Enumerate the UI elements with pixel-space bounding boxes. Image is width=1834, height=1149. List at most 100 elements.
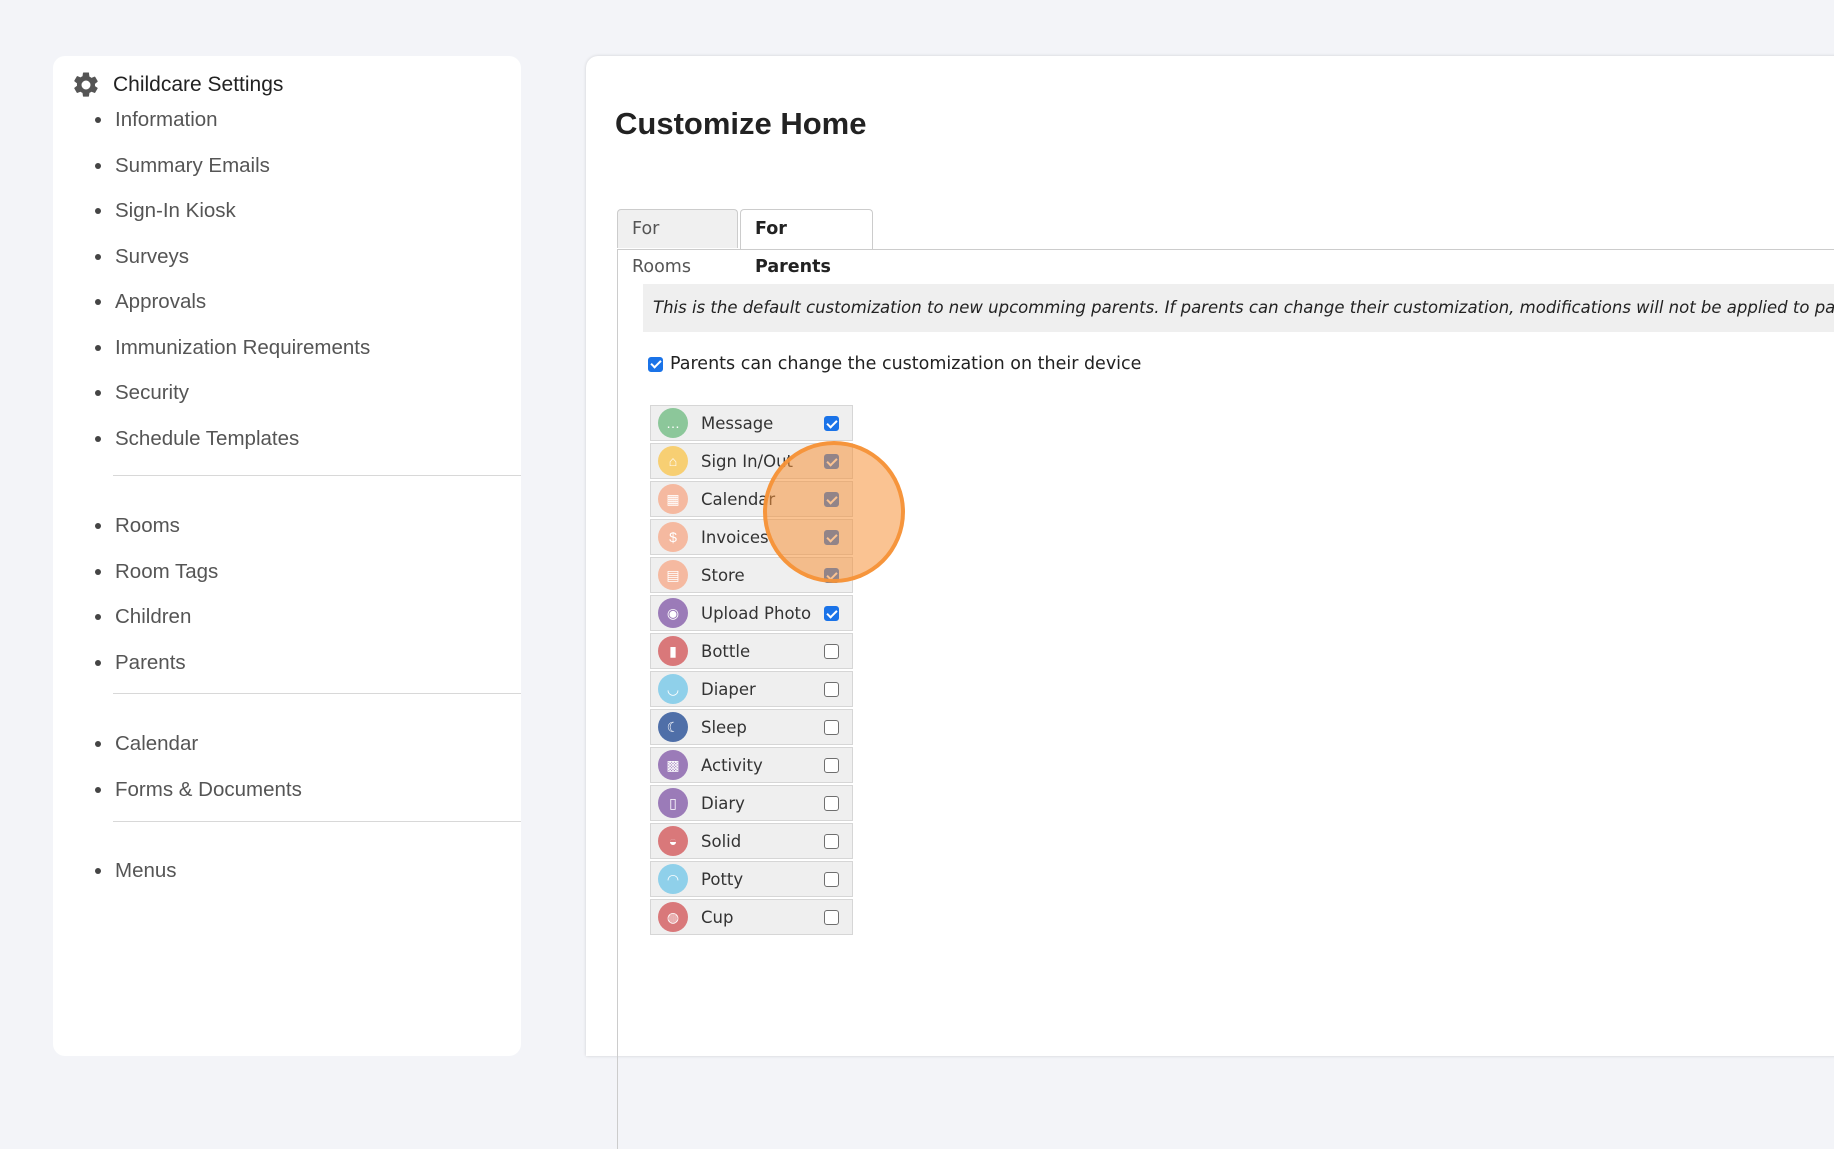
diaper-icon: ◡ <box>658 674 688 704</box>
bullet-icon <box>95 868 101 874</box>
tab-divider <box>617 249 1834 250</box>
feature-row-diaper[interactable]: ◡ Diaper <box>650 671 853 707</box>
sidebar-item-approvals[interactable]: Approvals <box>53 287 206 317</box>
sidebar-item-label: Surveys <box>115 244 190 268</box>
sidebar-item-label: Rooms <box>115 514 180 537</box>
cup-icon: ◍ <box>658 902 688 932</box>
sidebar-item-immunization-requirements[interactable]: Immunization Requirements <box>53 333 370 363</box>
feature-row-message[interactable]: … Message <box>650 405 853 441</box>
feature-row-activity[interactable]: ▩ Activity <box>650 747 853 783</box>
sidebar-item-rooms[interactable]: Rooms <box>53 511 180 541</box>
sidebar-item-label: Immunization Requirements <box>115 335 371 359</box>
sidebar-item-label: Security <box>115 381 190 404</box>
sidebar-item-menus[interactable]: Menus <box>53 856 177 886</box>
sidebar-item-label: Forms & Documents <box>115 778 302 801</box>
feature-checkbox-solid[interactable] <box>824 834 839 849</box>
feature-label: Upload Photo <box>701 603 812 623</box>
sidebar-item-forms-documents[interactable]: Forms & Documents <box>53 775 302 805</box>
feature-checkbox-sleep[interactable] <box>824 720 839 735</box>
bullet-icon <box>95 253 101 260</box>
feature-checkbox-upload-photo[interactable] <box>824 606 839 621</box>
feature-row-diary[interactable]: ▯ Diary <box>650 785 853 821</box>
bullet-icon <box>95 568 101 575</box>
message-icon: … <box>658 408 688 438</box>
bullet-icon <box>95 787 101 793</box>
invoice-icon: $ <box>658 522 688 552</box>
sidebar-item-schedule-templates[interactable]: Schedule Templates <box>53 424 299 454</box>
bullet-icon <box>95 523 101 529</box>
bottle-icon: ▮ <box>658 636 688 666</box>
potty-icon: ◠ <box>658 864 688 894</box>
feature-label: Sleep <box>701 717 747 737</box>
feature-row-bottle[interactable]: ▮ Bottle <box>650 633 853 669</box>
sidebar-item-label: Sign-In Kiosk <box>115 199 236 222</box>
allow-parent-customization[interactable]: Parents can change the customization on … <box>648 354 1141 374</box>
allow-customization-checkbox[interactable] <box>648 356 663 372</box>
bullet-icon <box>95 208 101 214</box>
sidebar-divider <box>113 475 521 476</box>
feature-row-upload-photo[interactable]: ◉ Upload Photo <box>650 595 853 631</box>
sidebar-item-label: Summary Emails <box>115 153 270 177</box>
feature-checkbox-potty[interactable] <box>824 872 839 887</box>
sidebar-item-label: Parents <box>115 650 186 674</box>
bullet-icon <box>95 162 101 169</box>
camera-icon: ◉ <box>658 598 688 628</box>
feature-row-cup[interactable]: ◍ Cup <box>650 899 853 935</box>
sidebar-item-sign-in-kiosk[interactable]: Sign-In Kiosk <box>53 196 236 226</box>
bullet-icon <box>95 435 101 442</box>
feature-label: Activity <box>701 755 763 775</box>
sidebar-item-parents[interactable]: Parents <box>53 648 186 678</box>
default-customization-notice: This is the default customization to new… <box>643 284 1834 332</box>
bullet-icon <box>95 614 101 620</box>
feature-checkbox-bottle[interactable] <box>824 644 839 659</box>
sidebar-header: Childcare Settings <box>71 70 283 100</box>
bullet-icon <box>95 659 101 666</box>
gear-icon <box>74 72 98 97</box>
sidebar-item-security[interactable]: Security <box>53 378 189 408</box>
feature-checkbox-message[interactable] <box>824 416 839 431</box>
store-icon: ▤ <box>658 560 688 590</box>
tab-for-rooms[interactable]: For Rooms <box>617 209 738 277</box>
sidebar-title: Childcare Settings <box>113 73 284 96</box>
sidebar-item-surveys[interactable]: Surveys <box>53 242 189 272</box>
bullet-icon <box>95 299 101 305</box>
sidebar-item-label: Menus <box>115 859 177 882</box>
feature-label: Diary <box>701 793 745 813</box>
feature-row-solid[interactable]: ◒ Solid <box>650 823 853 859</box>
sidebar-item-summary-emails[interactable]: Summary Emails <box>53 151 270 181</box>
sidebar-item-label: Room Tags <box>115 559 219 583</box>
feature-checkbox-cup[interactable] <box>824 910 839 925</box>
sidebar-item-label: Information <box>115 108 218 131</box>
feature-row-sleep[interactable]: ☾ Sleep <box>650 709 853 745</box>
feature-checkbox-diary[interactable] <box>824 796 839 811</box>
sidebar-item-information[interactable]: Information <box>53 105 218 135</box>
tab-for-parents[interactable]: For Parents <box>740 209 873 277</box>
feature-label: Bottle <box>701 641 751 661</box>
sidebar-item-label: Calendar <box>115 732 199 755</box>
feature-checkbox-activity[interactable] <box>824 758 839 773</box>
sidebar-item-label: Approvals <box>115 290 207 313</box>
bullet-icon <box>95 741 101 747</box>
settings-sidebar: Childcare Settings Information Summary Em… <box>53 56 521 1056</box>
sidebar-item-label: Children <box>115 605 192 628</box>
click-highlight <box>763 441 905 583</box>
sidebar-item-label: Schedule Templates <box>115 426 300 450</box>
bullet-icon <box>95 390 101 396</box>
sidebar-item-children[interactable]: Children <box>53 602 191 632</box>
feature-label: Potty <box>701 869 744 889</box>
sidebar-divider <box>113 693 521 694</box>
sidebar-divider <box>113 821 521 822</box>
page-title: Customize Home <box>615 106 867 141</box>
feature-label: Message <box>701 413 774 433</box>
blocks-icon: ▩ <box>658 750 688 780</box>
sidebar-item-calendar[interactable]: Calendar <box>53 729 198 759</box>
feature-label: Cup <box>701 907 734 927</box>
bowl-icon: ◒ <box>658 826 688 856</box>
feature-label: Diaper <box>701 679 756 699</box>
feature-checkbox-diaper[interactable] <box>824 682 839 697</box>
tab-panel-border <box>617 249 618 1149</box>
feature-row-potty[interactable]: ◠ Potty <box>650 861 853 897</box>
allow-customization-label: Parents can change the customization on … <box>670 354 1142 374</box>
home-icon: ⌂ <box>658 446 688 476</box>
sidebar-item-room-tags[interactable]: Room Tags <box>53 557 218 587</box>
